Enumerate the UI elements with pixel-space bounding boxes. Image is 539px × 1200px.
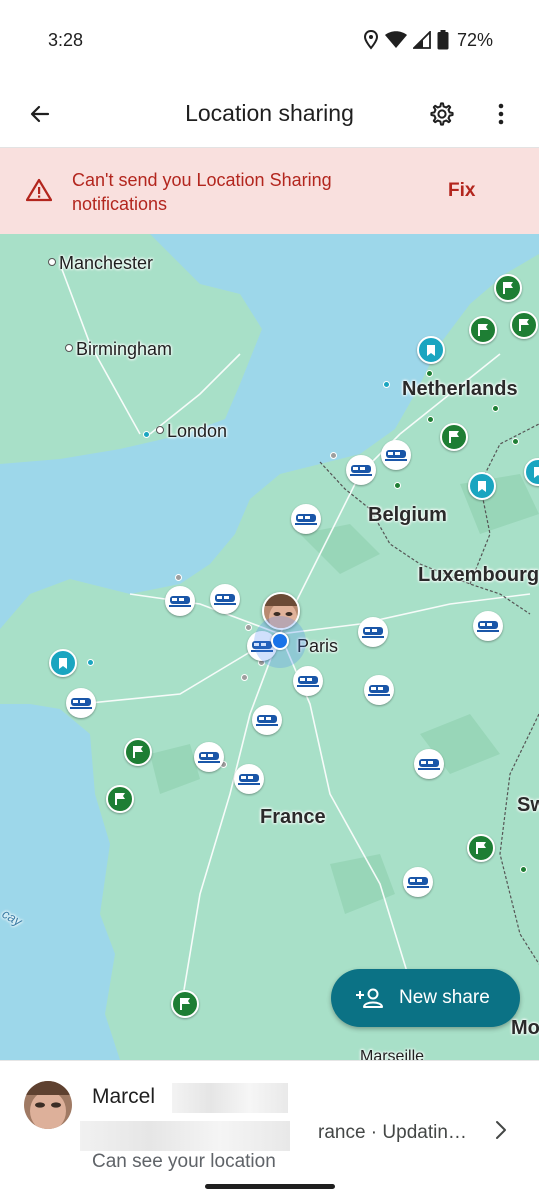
my-location-dot[interactable] <box>271 632 289 650</box>
flag-icon[interactable] <box>469 316 497 344</box>
chevron-right-icon <box>496 1121 506 1139</box>
train-station-icon[interactable] <box>291 504 321 534</box>
map-label-manchester: Manchester <box>48 253 153 274</box>
train-station-icon[interactable] <box>252 705 282 735</box>
train-station-icon[interactable] <box>414 749 444 779</box>
home-indicator[interactable] <box>205 1184 335 1189</box>
train-station-icon[interactable] <box>66 688 96 718</box>
train-station-icon[interactable] <box>194 742 224 772</box>
map-dot <box>143 431 150 438</box>
arrow-back-icon <box>30 105 50 123</box>
flag-icon[interactable] <box>467 834 495 862</box>
new-share-label: New share <box>399 987 490 1008</box>
bookmark-icon[interactable] <box>468 472 496 500</box>
person-add-icon <box>356 988 383 1008</box>
status-bar: 3:28 72% <box>0 0 539 80</box>
map-dot <box>330 452 337 459</box>
train-station-icon[interactable] <box>346 455 376 485</box>
bookmark-icon[interactable] <box>417 336 445 364</box>
new-share-button[interactable]: New share <box>331 969 520 1027</box>
train-station-icon[interactable] <box>358 617 388 647</box>
map-label-monaco-partial: Mo <box>511 1017 539 1039</box>
map-dot <box>175 574 182 581</box>
flag-icon[interactable] <box>171 990 199 1018</box>
flag-icon[interactable] <box>494 274 522 302</box>
map-dot <box>520 866 527 873</box>
train-station-icon[interactable] <box>165 586 195 616</box>
map-dot <box>512 438 519 445</box>
map-label-london: London <box>156 421 227 442</box>
map-dot <box>394 482 401 489</box>
map-dot <box>426 370 433 377</box>
wifi-icon <box>384 31 407 48</box>
train-station-icon[interactable] <box>210 584 240 614</box>
map-dot <box>245 624 252 631</box>
signal-icon <box>412 31 431 49</box>
more-options-button[interactable] <box>481 94 521 134</box>
train-station-icon[interactable] <box>473 611 503 641</box>
train-station-icon[interactable] <box>364 675 394 705</box>
warning-icon <box>26 178 52 202</box>
flag-icon[interactable] <box>124 738 152 766</box>
contact-sheet: Marcel rance · Updatin… Can see your loc… <box>0 1060 539 1200</box>
battery-percentage: 72% <box>456 29 493 50</box>
settings-button[interactable] <box>422 94 462 134</box>
train-station-icon[interactable] <box>381 440 411 470</box>
map-dot <box>241 674 248 681</box>
more-vert-icon <box>498 103 504 125</box>
status-icons: 72% <box>363 28 493 52</box>
gear-icon <box>430 102 454 126</box>
location-icon <box>363 30 378 50</box>
status-time: 3:28 <box>48 30 84 50</box>
flag-icon[interactable] <box>106 785 134 813</box>
banner-message: Can't send you Location Sharing notifica… <box>72 170 332 214</box>
redacted-text <box>80 1121 290 1151</box>
redacted-text <box>172 1083 288 1113</box>
train-station-icon[interactable] <box>234 764 264 794</box>
back-button[interactable] <box>20 94 60 134</box>
flag-icon[interactable] <box>440 423 468 451</box>
map-label-belgium: Belgium <box>368 504 447 526</box>
train-station-icon[interactable] <box>293 666 323 696</box>
contact-name: Marcel <box>92 1085 156 1108</box>
map-label-birmingham: Birmingham <box>65 339 172 360</box>
map-dot <box>383 381 390 388</box>
app-bar: Location sharing <box>0 80 539 148</box>
contact-location-status: rance · Updatin… <box>318 1122 467 1143</box>
fix-button[interactable]: Fix <box>448 180 475 202</box>
map-view[interactable]: Manchester Birmingham London Netherlands… <box>0 234 539 1060</box>
map-label-switzerland-partial: Sw <box>517 794 539 816</box>
map-label-france: France <box>260 806 326 828</box>
battery-icon <box>437 30 449 50</box>
map-dot <box>427 416 434 423</box>
notification-warning-banner: Can't send you Location Sharing notifica… <box>0 148 539 234</box>
map-dot <box>492 405 499 412</box>
map-label-marseille-partial: Marseille <box>360 1048 425 1060</box>
flag-icon[interactable] <box>510 311 538 339</box>
map-label-netherlands: Netherlands <box>402 378 518 400</box>
contact-permission-text: Can see your location <box>92 1151 276 1172</box>
bookmark-icon[interactable] <box>49 649 77 677</box>
train-station-icon[interactable] <box>403 867 433 897</box>
map-label-luxembourg: Luxembourg <box>418 564 539 586</box>
avatar <box>24 1081 72 1129</box>
map-dot <box>87 659 94 666</box>
